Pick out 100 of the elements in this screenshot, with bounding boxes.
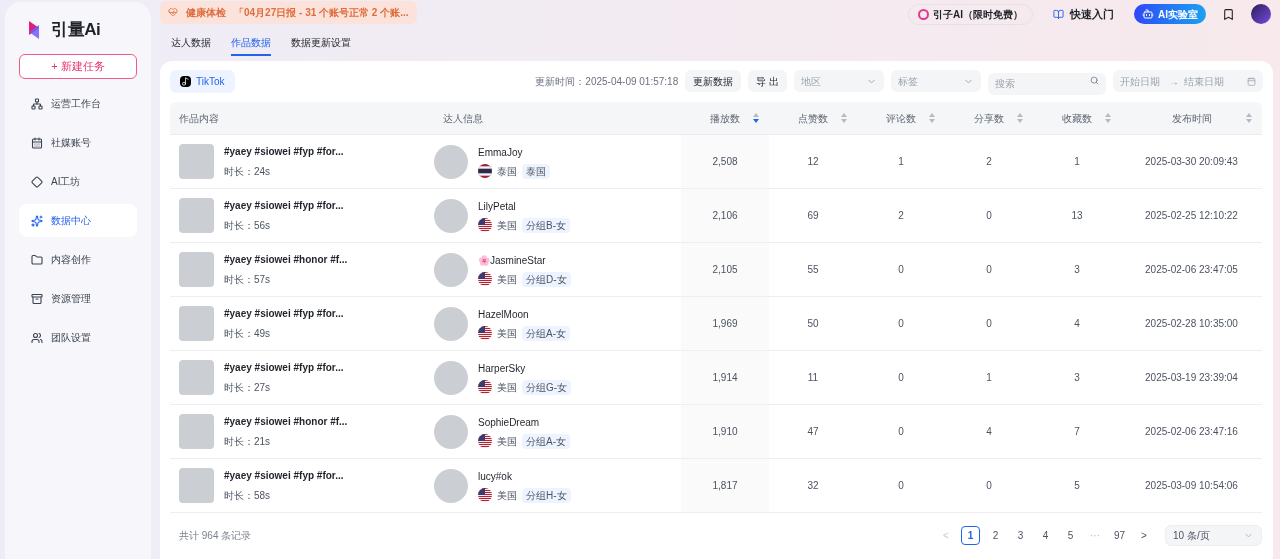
country-label: 美国 bbox=[497, 326, 517, 341]
table-cell-text: 0 bbox=[898, 479, 904, 493]
column-title: 发布时间 bbox=[1171, 111, 1212, 126]
creator-name: SophieDream bbox=[478, 415, 541, 430]
avatar[interactable] bbox=[1251, 4, 1271, 24]
creator-name: 🌸JasmineStar bbox=[478, 253, 547, 268]
avatar-placeholder bbox=[434, 360, 468, 395]
avatar-placeholder bbox=[434, 144, 468, 179]
table-cell-text: 3 bbox=[1074, 263, 1080, 277]
video-thumbnail bbox=[179, 198, 214, 233]
column-title: 分享数 bbox=[974, 111, 1004, 126]
refresh-button[interactable]: 更新数据 bbox=[685, 70, 742, 92]
tab[interactable]: 达人数据 bbox=[171, 35, 211, 56]
page-size-select[interactable]: 10 条/页 bbox=[1165, 524, 1262, 546]
new-task-button[interactable]: + 新建任务 bbox=[19, 54, 137, 79]
video-title: #yaey #siowei #honor #f... bbox=[224, 253, 348, 267]
sparkle-icon bbox=[31, 214, 43, 227]
sidebar-item[interactable]: 资源管理 bbox=[19, 282, 137, 315]
group-tag: 分组A-女 bbox=[522, 325, 570, 341]
ring-icon bbox=[918, 8, 929, 20]
record-count: 共计 964 条记录 bbox=[178, 528, 252, 543]
group-tag: 泰国 bbox=[522, 163, 550, 179]
robot-icon bbox=[1142, 8, 1154, 20]
table-cell-text: 3 bbox=[1074, 371, 1080, 385]
table-cell-text: 12 bbox=[807, 155, 819, 169]
page-button[interactable]: 97 bbox=[1110, 525, 1129, 545]
sidebar-item[interactable]: 内容创作 bbox=[19, 243, 137, 276]
health-icon bbox=[168, 7, 178, 17]
video-thumbnail bbox=[179, 468, 214, 503]
creator-name: HazelMoon bbox=[478, 307, 530, 322]
table-cell-text: 0 bbox=[986, 263, 992, 277]
avatar-placeholder bbox=[434, 468, 468, 503]
table-cell-text: 1,914 bbox=[712, 371, 738, 385]
next-page-button[interactable]: > bbox=[1135, 527, 1153, 543]
table-cell-text: 13 bbox=[1071, 209, 1083, 223]
video-duration: 时长：49s bbox=[224, 327, 272, 341]
table-cell-text: 0 bbox=[986, 209, 992, 223]
export-button[interactable]: 导 出 bbox=[748, 70, 787, 92]
page-button[interactable]: 4 bbox=[1036, 525, 1055, 545]
page-button[interactable]: 2 bbox=[986, 525, 1005, 545]
table-cell-text: 1 bbox=[1074, 155, 1080, 169]
page-button[interactable]: 1 bbox=[961, 525, 980, 545]
creator-name: EmmaJoy bbox=[478, 145, 524, 160]
search-field[interactable]: 搜索 bbox=[988, 72, 1106, 95]
table-cell-text: 2,508 bbox=[712, 155, 738, 169]
table-cell-text: 2,106 bbox=[712, 209, 738, 223]
update-time: 更新时间：2025-04-09 01:57:18 bbox=[535, 74, 679, 89]
video-thumbnail bbox=[179, 306, 214, 341]
sidebar-item[interactable]: 团队设置 bbox=[19, 321, 137, 354]
video-duration: 时长：21s bbox=[224, 435, 272, 449]
creator-name: LilyPetal bbox=[478, 199, 517, 214]
video-duration: 时长：56s bbox=[224, 219, 272, 233]
table-cell-text: 0 bbox=[898, 371, 904, 385]
start-date-field[interactable]: 开始日期 bbox=[1120, 73, 1164, 89]
table-cell-text: 2025-03-30 20:09:43 bbox=[1145, 155, 1238, 169]
table-cell-text: 0 bbox=[986, 479, 992, 493]
column-title: 点赞数 bbox=[798, 111, 828, 126]
quick-start-button[interactable]: 快速入门 bbox=[1043, 3, 1124, 25]
table-cell-text: 69 bbox=[807, 209, 819, 223]
table-cell-text: 1,969 bbox=[712, 317, 738, 331]
sidebar-item[interactable]: 运营工作台 bbox=[19, 87, 137, 120]
group-tag: 分组D-女 bbox=[522, 271, 571, 287]
country-label: 美国 bbox=[497, 434, 517, 449]
end-date-field[interactable]: 结束日期 bbox=[1184, 73, 1228, 89]
sidebar-item[interactable]: 社媒账号 bbox=[19, 126, 137, 159]
tab[interactable]: 数据更新设置 bbox=[291, 35, 351, 56]
hierarchy-icon bbox=[31, 97, 43, 110]
video-title: #yaey #siowei #fyp #for... bbox=[224, 469, 344, 483]
table-cell-text: 55 bbox=[807, 263, 819, 277]
country-label: 美国 bbox=[497, 380, 517, 395]
page-button[interactable]: 3 bbox=[1011, 525, 1030, 545]
platform-tab[interactable]: TikTok bbox=[170, 69, 235, 93]
table-cell-text: 2,105 bbox=[712, 263, 738, 277]
video-title: #yaey #siowei #fyp #for... bbox=[224, 307, 344, 321]
video-duration: 时长：57s bbox=[224, 273, 272, 287]
table-cell-text: 2025-02-28 10:35:00 bbox=[1145, 317, 1238, 331]
column-title: 播放数 bbox=[710, 111, 740, 126]
table-cell-text: 1,817 bbox=[712, 479, 738, 493]
page-button[interactable]: 5 bbox=[1061, 525, 1080, 545]
video-duration: 时长：58s bbox=[224, 489, 272, 503]
sort-icon[interactable] bbox=[753, 113, 759, 123]
video-title: #yaey #siowei #honor #f... bbox=[224, 415, 348, 429]
bookmark-icon[interactable] bbox=[1222, 7, 1235, 21]
ai-lab-button[interactable]: AI实验室 bbox=[1134, 4, 1206, 24]
table-cell-text: 7 bbox=[1074, 425, 1080, 439]
video-thumbnail bbox=[179, 144, 214, 179]
video-title: #yaey #siowei #fyp #for... bbox=[224, 199, 344, 213]
group-tag: 分组G-女 bbox=[522, 379, 572, 395]
column-title: 达人信息 bbox=[443, 111, 483, 126]
table-cell-text: 0 bbox=[898, 425, 904, 439]
calendar-icon bbox=[1247, 76, 1256, 86]
sidebar-item[interactable]: 数据中心 bbox=[19, 204, 137, 237]
sidebar-item[interactable]: AI工坊 bbox=[19, 165, 137, 198]
diamond-icon bbox=[31, 175, 43, 188]
tab[interactable]: 作品数据 bbox=[231, 35, 271, 56]
group-tag: 分组B-女 bbox=[522, 217, 570, 233]
country-label: 美国 bbox=[497, 272, 517, 287]
video-duration: 时长：24s bbox=[224, 165, 272, 179]
book-icon bbox=[1053, 8, 1064, 20]
group-tag: 分组A-女 bbox=[522, 433, 570, 449]
